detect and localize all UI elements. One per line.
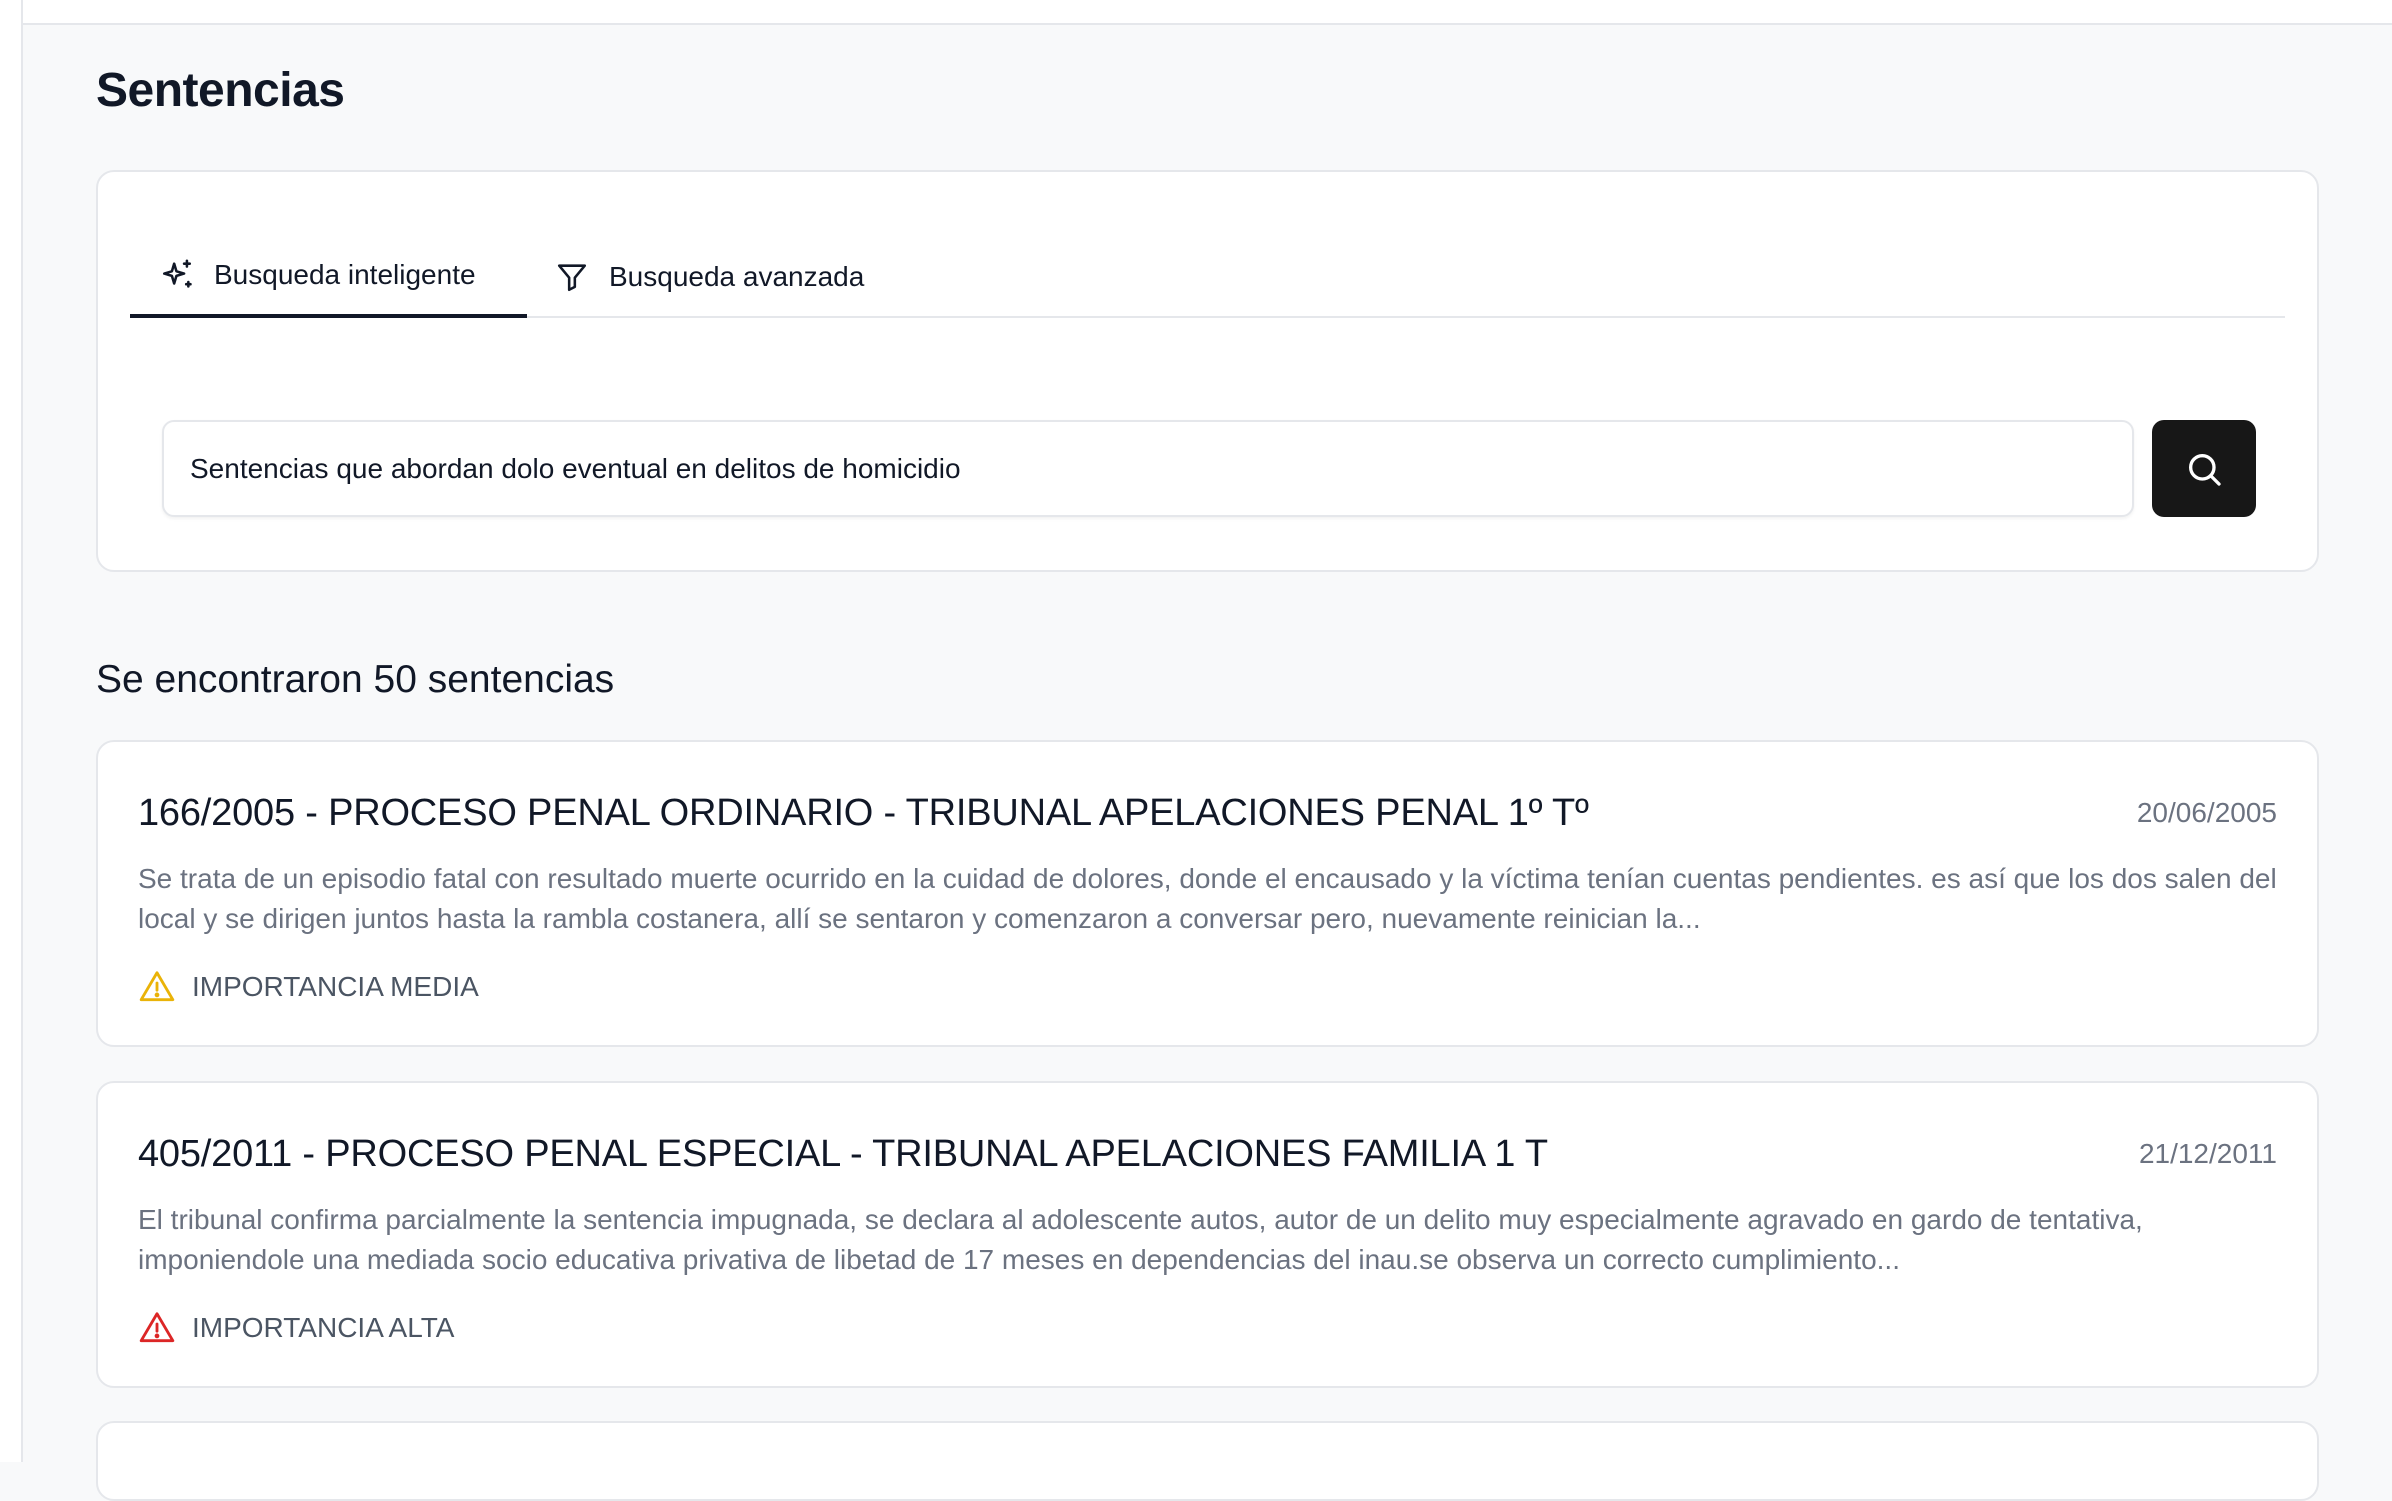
search-icon [2184, 449, 2224, 489]
search-button[interactable] [2152, 420, 2256, 517]
result-date: 21/12/2011 [2138, 1138, 2277, 1169]
search-card: Busqueda inteligente Busqueda avanzada S… [96, 170, 2319, 572]
sparkles-icon [160, 258, 194, 292]
main-content: Sentencias Busqueda inteligente Busqueda… [96, 25, 2319, 1501]
search-tabs: Busqueda inteligente Busqueda avanzada [130, 236, 2285, 318]
importance-label: IMPORTANCIA ALTA [192, 1312, 455, 1343]
tab-advanced-search[interactable]: Busqueda avanzada [555, 236, 895, 318]
search-input[interactable]: Sentencias que abordan dolo eventual en … [162, 420, 2134, 517]
result-card[interactable] [96, 1421, 2319, 1501]
importance-badge: IMPORTANCIA ALTA [138, 1309, 454, 1347]
tab-advanced-search-label: Busqueda avanzada [609, 261, 865, 292]
filter-icon [555, 260, 589, 294]
result-summary: Se trata de un episodio fatal con result… [138, 863, 2277, 934]
importance-label: IMPORTANCIA MEDIA [192, 971, 479, 1002]
tab-smart-search-label: Busqueda inteligente [214, 259, 476, 290]
warning-triangle-icon [138, 968, 176, 1006]
results-count-heading: Se encontraron 50 sentencias [96, 658, 615, 701]
warning-triangle-icon [138, 1309, 176, 1347]
importance-badge: IMPORTANCIA MEDIA [138, 968, 479, 1006]
result-title[interactable]: 166/2005 - PROCESO PENAL ORDINARIO - TRI… [138, 792, 1589, 835]
left-rail [0, 0, 23, 1462]
top-bar [0, 0, 2392, 25]
page-title: Sentencias [96, 64, 345, 117]
result-summary: El tribunal confirma parcialmente la sen… [138, 1204, 2143, 1275]
result-card[interactable]: 166/2005 - PROCESO PENAL ORDINARIO - TRI… [96, 740, 2319, 1047]
result-card[interactable]: 405/2011 - PROCESO PENAL ESPECIAL - TRIB… [96, 1081, 2319, 1388]
tab-smart-search[interactable]: Busqueda inteligente [130, 236, 527, 318]
result-date: 20/06/2005 [2136, 797, 2277, 828]
result-title[interactable]: 405/2011 - PROCESO PENAL ESPECIAL - TRIB… [138, 1133, 1548, 1176]
